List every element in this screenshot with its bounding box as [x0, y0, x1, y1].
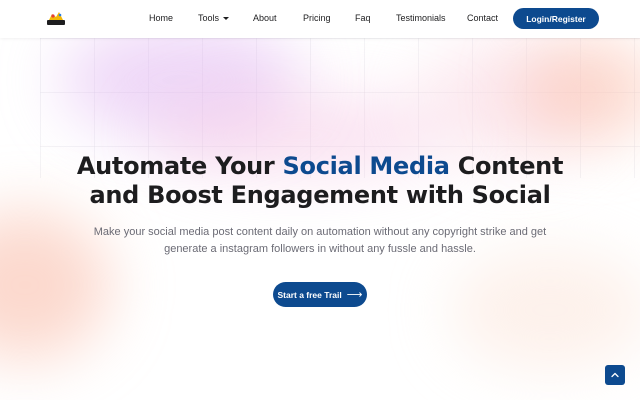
headline-line-two: and Boost Engagement with Social	[89, 181, 551, 209]
start-free-trial-button[interactable]: Start a free Trail ⟶	[273, 282, 367, 307]
hero-headline: Automate Your Social Media Content and B…	[0, 152, 640, 210]
nav-link-about[interactable]: About	[253, 13, 277, 23]
brand-logo-icon[interactable]	[46, 11, 66, 26]
hero-subtitle: Make your social media post content dail…	[93, 226, 547, 255]
arrow-right-icon: ⟶	[346, 289, 363, 301]
nav-link-home[interactable]: Home	[149, 13, 173, 23]
hero-section: Automate Your Social Media Content and B…	[0, 152, 640, 307]
chevron-up-icon	[611, 372, 619, 378]
login-register-button[interactable]: Login/Register	[513, 8, 599, 29]
nav-link-tools[interactable]: Tools	[198, 13, 230, 23]
scroll-to-top-button[interactable]	[605, 365, 625, 385]
headline-accent-text: Social Media	[282, 152, 450, 180]
nav-link-faq[interactable]: Faq	[355, 13, 371, 23]
nav-link-pricing[interactable]: Pricing	[303, 13, 331, 23]
top-navbar: Home Tools About Pricing Faq Testimonial…	[0, 0, 640, 38]
nav-link-tools-label: Tools	[198, 13, 220, 23]
headline-text: Automate Your	[76, 152, 283, 180]
nav-link-testimonials[interactable]: Testimonials	[396, 13, 446, 23]
cta-label: Start a free Trail	[277, 289, 342, 300]
nav-link-contact[interactable]: Contact	[467, 13, 498, 23]
headline-text: Content	[449, 152, 564, 180]
caret-down-icon	[223, 17, 230, 20]
